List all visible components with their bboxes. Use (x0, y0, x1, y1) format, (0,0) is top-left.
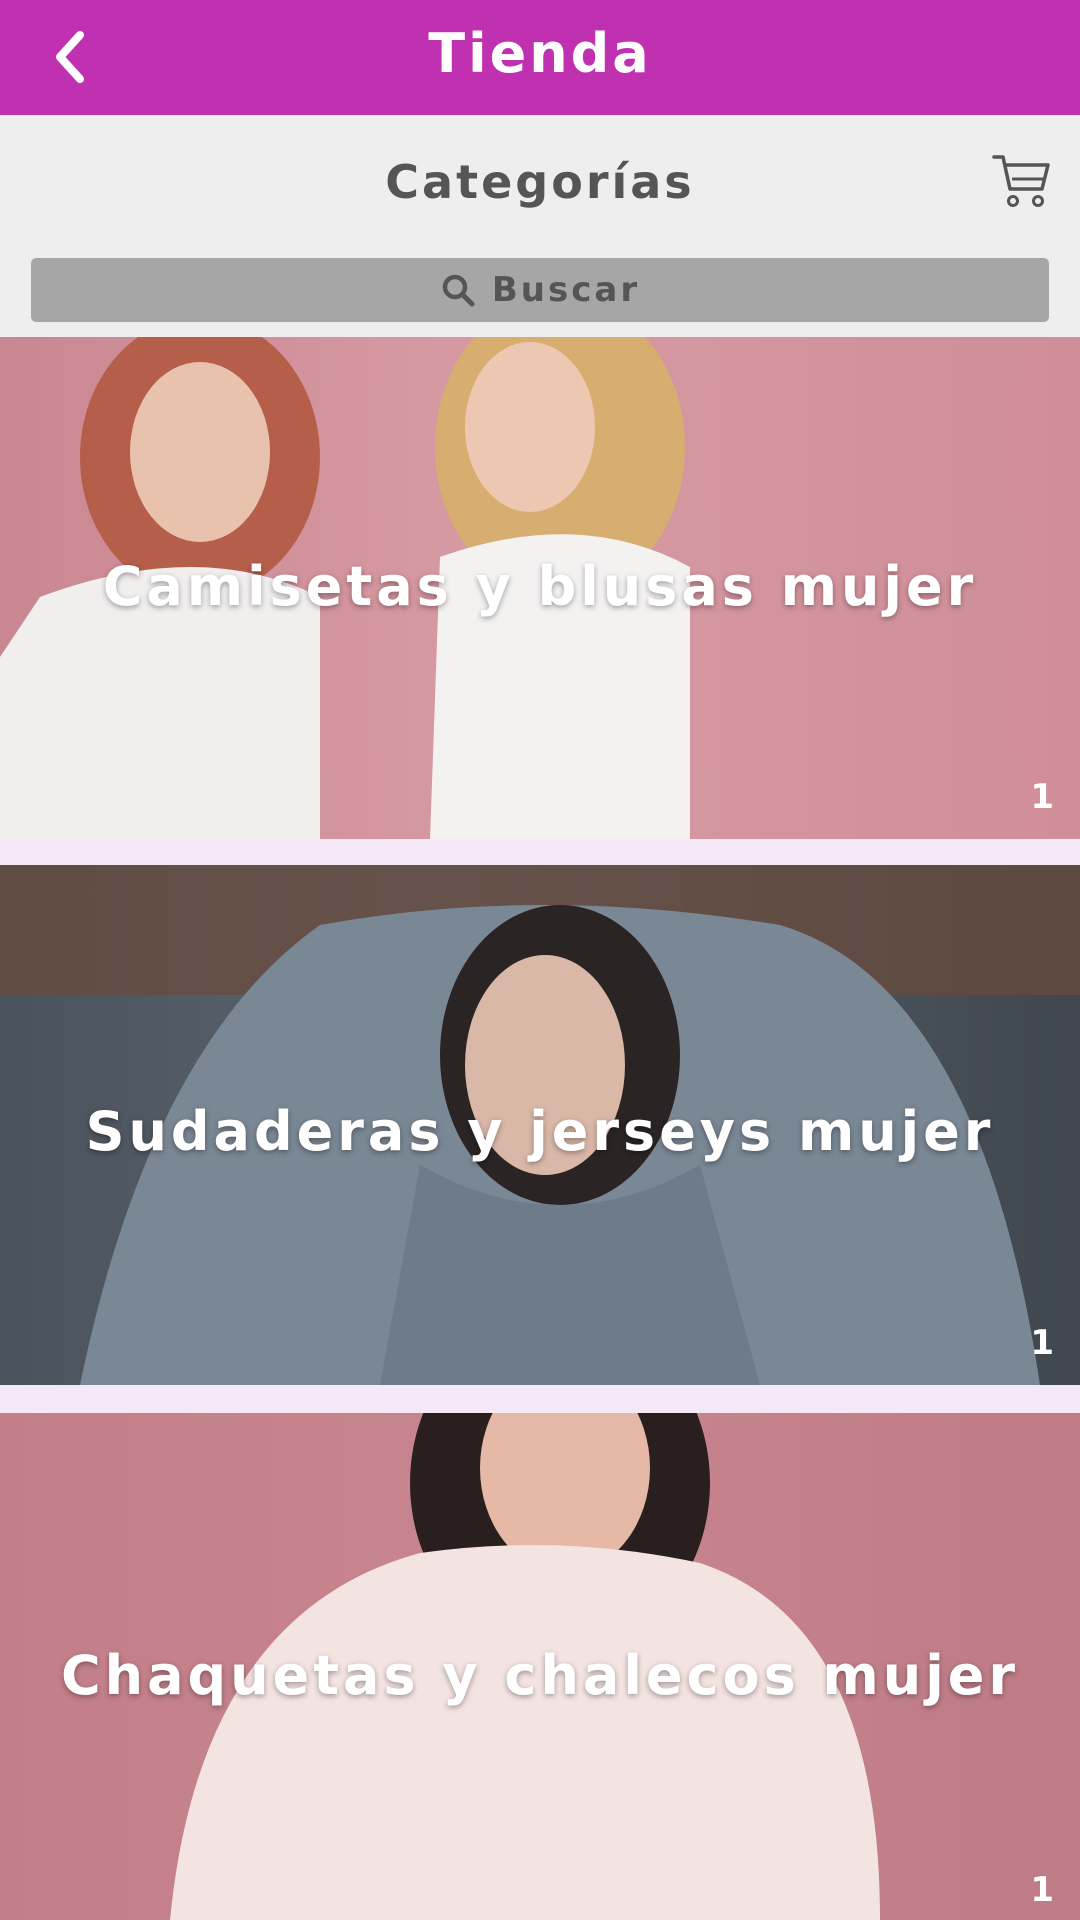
category-card[interactable]: Chaquetas y chalecos mujer 1 (0, 1413, 1080, 1920)
app-bar: Tienda (0, 0, 1080, 115)
category-label: Camisetas y blusas mujer (102, 555, 978, 618)
page-title: Tienda (428, 22, 652, 85)
category-count: 1 (1030, 1870, 1054, 1910)
search-input[interactable]: Buscar (31, 258, 1049, 322)
category-count: 1 (1030, 1323, 1054, 1363)
section-title: Categorías (385, 155, 695, 209)
search-icon (442, 274, 475, 307)
category-label: Chaquetas y chalecos mujer (61, 1644, 1019, 1707)
category-card[interactable]: Sudaderas y jerseys mujer 1 (0, 865, 1080, 1385)
cart-button[interactable] (990, 149, 1054, 213)
search-placeholder: Buscar (491, 270, 641, 310)
category-card[interactable]: Camisetas y blusas mujer 1 (0, 337, 1080, 839)
sub-header: Categorías Buscar (0, 115, 1080, 337)
category-count: 1 (1030, 777, 1054, 817)
shopping-cart-icon (992, 155, 1050, 207)
category-label: Sudaderas y jerseys mujer (85, 1100, 995, 1163)
